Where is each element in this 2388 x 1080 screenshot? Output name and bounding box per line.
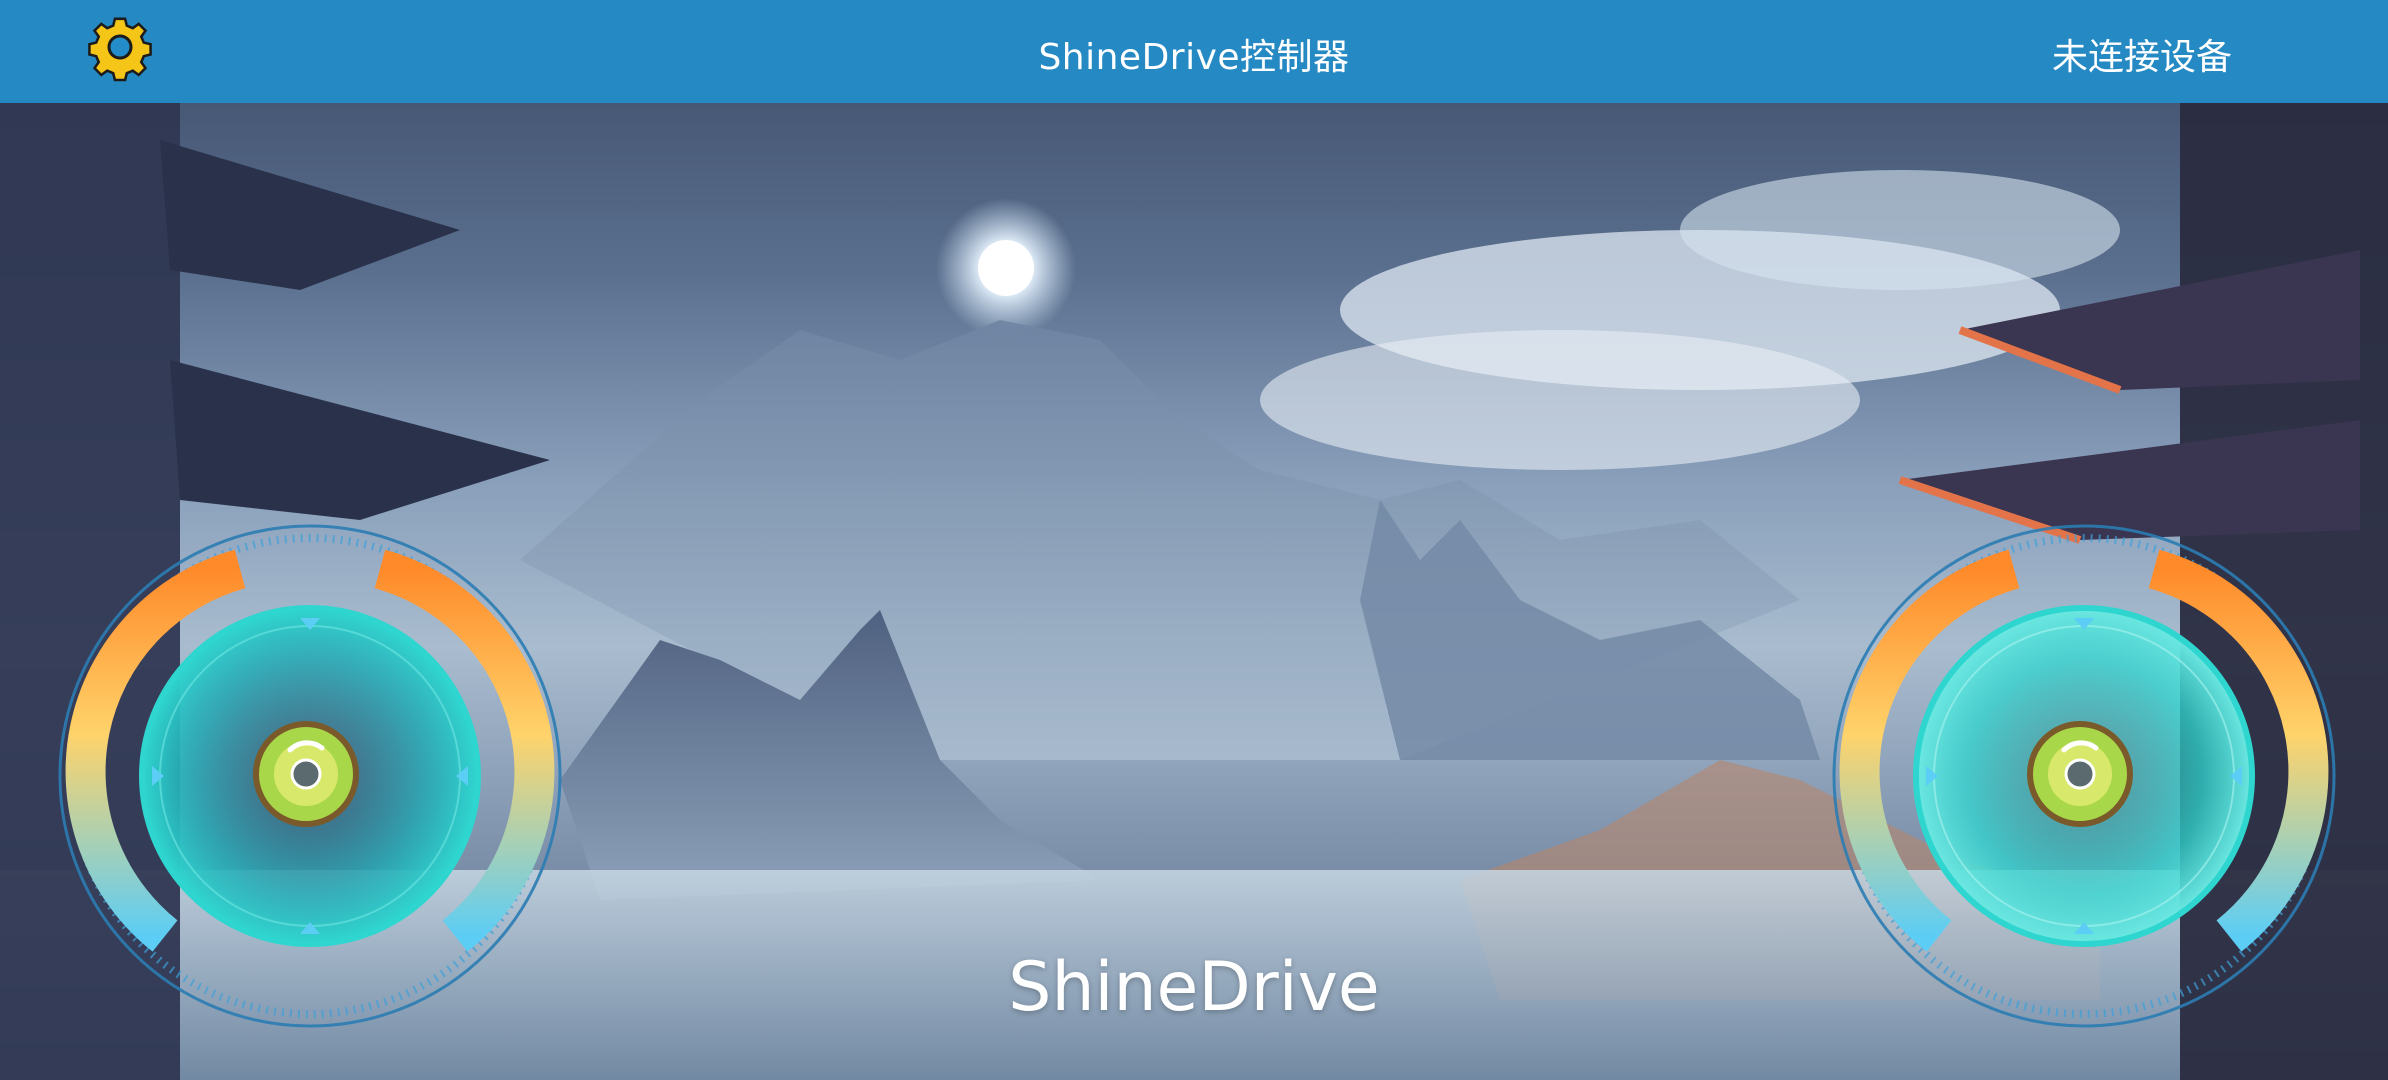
app-title: ShineDrive控制器 bbox=[1038, 37, 1350, 78]
top-bar: ShineDrive控制器 未连接设备 bbox=[0, 0, 2388, 103]
app-screen: ShineDrive控制器 未连接设备 ShineDrive bbox=[0, 0, 2388, 1080]
right-joystick-knob[interactable] bbox=[2027, 721, 2133, 827]
brand-title: ShineDrive bbox=[1008, 948, 1380, 1027]
connection-status[interactable]: 未连接设备 bbox=[2052, 28, 2232, 80]
left-joystick-knob[interactable] bbox=[253, 721, 359, 827]
